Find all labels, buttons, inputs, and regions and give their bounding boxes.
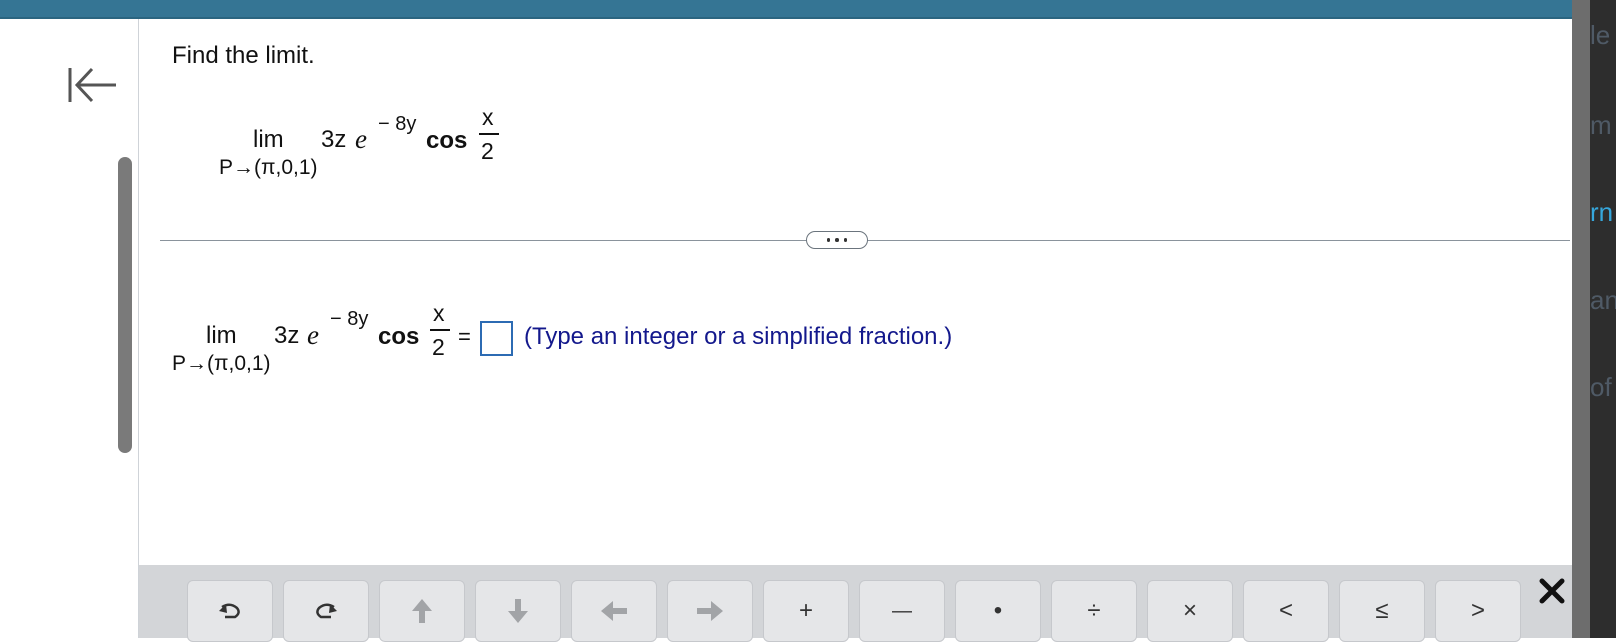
move-up-button[interactable] xyxy=(379,580,465,642)
cosine-function: cos xyxy=(378,323,420,350)
fraction-bar xyxy=(430,329,450,331)
close-palette-icon[interactable] xyxy=(1537,576,1567,606)
background-window-edge: le m rn an of xyxy=(1572,0,1616,638)
exponent: − 8y xyxy=(378,113,417,135)
coefficient: 3z xyxy=(274,322,300,349)
fraction-bar xyxy=(479,133,499,135)
equals-sign: = xyxy=(458,324,471,349)
fraction-numerator: x xyxy=(433,300,445,326)
exponential-base: e xyxy=(307,320,319,350)
move-right-button[interactable] xyxy=(667,580,753,642)
less-or-equal-button[interactable]: ≤ xyxy=(1339,580,1425,642)
arrow-down-icon xyxy=(508,599,528,623)
exponential-base: e xyxy=(355,124,367,154)
minus-button[interactable]: — xyxy=(859,580,945,642)
redo-button[interactable] xyxy=(283,580,369,642)
limit-operator: lim xyxy=(206,322,237,349)
plus-button[interactable]: + xyxy=(763,580,849,642)
limit-operator: lim xyxy=(253,126,284,153)
limit-subscript: P→(π,0,1) xyxy=(219,156,318,179)
fraction-numerator: x xyxy=(482,104,494,130)
undo-icon xyxy=(219,603,240,619)
exponent: − 8y xyxy=(330,308,369,330)
fraction-denominator: 2 xyxy=(481,138,494,164)
answer-hint: (Type an integer or a simplified fractio… xyxy=(524,323,953,350)
collapse-left-icon[interactable] xyxy=(66,62,118,108)
top-bar xyxy=(0,0,1572,19)
dot-button[interactable]: • xyxy=(955,580,1041,642)
background-text-fragment: of xyxy=(1590,372,1612,402)
background-text-fragment: le xyxy=(1590,20,1611,50)
arrow-up-icon xyxy=(412,599,432,623)
cosine-function: cos xyxy=(426,127,468,154)
answer-input[interactable] xyxy=(480,321,513,356)
arrow-right-icon xyxy=(697,601,723,621)
background-text-fragment: m xyxy=(1590,110,1612,140)
fraction-denominator: 2 xyxy=(432,334,445,360)
move-left-button[interactable] xyxy=(571,580,657,642)
times-button[interactable]: × xyxy=(1147,580,1233,642)
coefficient: 3z xyxy=(321,126,347,153)
background-text-fragment: an xyxy=(1590,285,1616,315)
panel-border xyxy=(1572,0,1590,638)
undo-button[interactable] xyxy=(187,580,273,642)
divide-button[interactable]: ÷ xyxy=(1051,580,1137,642)
divider-expand-handle[interactable] xyxy=(806,231,868,249)
scrollbar-thumb[interactable] xyxy=(118,157,132,453)
question-title: Find the limit. xyxy=(172,42,315,69)
arrow-left-icon xyxy=(601,601,627,621)
redo-icon xyxy=(316,603,337,619)
greater-than-button[interactable]: > xyxy=(1435,580,1521,642)
background-text-fragment: rn xyxy=(1590,197,1614,227)
less-than-button[interactable]: < xyxy=(1243,580,1329,642)
limit-subscript: P→(π,0,1) xyxy=(172,352,271,375)
move-down-button[interactable] xyxy=(475,580,561,642)
math-palette: + — • ÷ × < ≤ > xyxy=(139,565,1572,642)
